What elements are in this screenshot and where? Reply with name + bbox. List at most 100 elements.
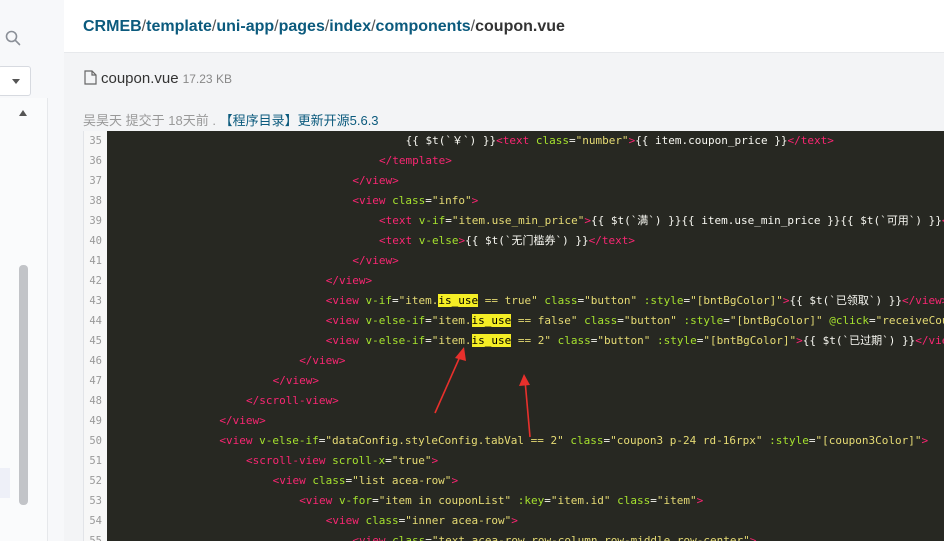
code-token: class — [584, 314, 618, 327]
code-token: "item in couponList" — [378, 494, 512, 507]
code-token: "item. — [398, 294, 439, 307]
code-token: </view> — [352, 174, 399, 187]
code-line: 37 </view> — [84, 171, 944, 191]
commit-message[interactable]: 【程序目录】更新开源5.6.3 — [220, 113, 379, 128]
code-token: v-else — [418, 234, 459, 247]
code-line: 41 </view> — [84, 251, 944, 271]
breadcrumb-link-uni-app[interactable]: uni-app — [216, 18, 274, 35]
code-token: </scroll-view> — [246, 394, 339, 407]
code-token: > — [431, 454, 439, 467]
breadcrumb-link-index[interactable]: index — [329, 18, 371, 35]
search-highlight: is_use — [438, 294, 479, 307]
code-token: = — [445, 214, 452, 227]
line-number: 55 — [89, 535, 102, 541]
code-token: "button" — [597, 334, 651, 347]
code-text: <view v-if="item.is_use == true" class="… — [326, 291, 944, 311]
file-header: coupon.vue 17.23 KB — [84, 70, 232, 88]
code-line: 44 <view v-else-if="item.is_use == false"… — [84, 311, 944, 331]
code-token: <view — [352, 534, 393, 541]
code-token: @click — [829, 314, 869, 327]
code-token: </view> — [915, 334, 944, 347]
code-token: "item" — [656, 494, 697, 507]
code-token: </view> — [272, 374, 319, 387]
file-size: 17.23 KB — [182, 72, 232, 86]
code-token: scroll-x — [332, 454, 386, 467]
code-token: "receiveCoupon(item)" — [875, 314, 944, 327]
file-tree-scrollbar[interactable] — [19, 265, 28, 505]
line-number: 51 — [89, 455, 102, 467]
code-token: > — [749, 534, 757, 541]
code-line: 46 </view> — [84, 351, 944, 371]
code-token: "list acea-row" — [352, 474, 452, 487]
last-commit-info: 吴昊天 提交于 18天前 . 【程序目录】更新开源5.6.3 — [83, 110, 379, 129]
code-token: {{ $t(`无门槛券`) }} — [465, 234, 589, 247]
code-token: "number" — [575, 134, 629, 147]
code-token: {{ $t(`已过期`) }} — [802, 334, 916, 347]
code-token: = — [425, 534, 432, 541]
breadcrumb: CRMEB/template/uni-app/pages/index/compo… — [83, 18, 565, 36]
commit-action: 提交于 — [125, 113, 165, 128]
search-highlight: is_use — [471, 334, 512, 347]
code-text: <view v-else-if = "dataConfig.styleConfig.… — [219, 431, 928, 451]
breadcrumb-current-file: coupon.vue — [475, 18, 565, 35]
code-token: class — [570, 434, 604, 447]
code-token: "item. — [431, 314, 472, 327]
code-token: > — [451, 474, 459, 487]
code-text: </scroll-view> — [246, 391, 339, 411]
code-token: v-else-if — [259, 434, 319, 447]
search-button[interactable] — [0, 14, 36, 60]
line-number: 39 — [89, 215, 102, 227]
code-text: </view> — [352, 171, 398, 191]
code-token: class — [557, 334, 591, 347]
code-token: = — [392, 294, 399, 307]
code-token: <text — [379, 234, 419, 247]
left-sidebar — [0, 0, 65, 541]
code-text: <text v-else>{{ $t(`无门槛券`) }}</text> — [379, 231, 635, 251]
code-token: == true" — [478, 294, 538, 307]
code-token: "item.use_min_price" — [451, 214, 585, 227]
breadcrumb-link-pages[interactable]: pages — [279, 18, 325, 35]
code-token: <view — [352, 194, 393, 207]
scroll-up-arrow-icon[interactable] — [19, 110, 27, 116]
code-token: class — [392, 194, 426, 207]
code-text: <view class="text acea-row row-column ro… — [352, 531, 756, 541]
code-text: <scroll-view scroll-x="true"> — [246, 451, 438, 471]
code-token: > — [471, 194, 479, 207]
breadcrumb-link-template[interactable]: template — [146, 18, 212, 35]
code-line: 51 <scroll-view scroll-x="true"> — [84, 451, 944, 471]
line-number: 43 — [89, 295, 102, 307]
code-token: v-if — [418, 214, 446, 227]
code-token: </view> — [901, 294, 944, 307]
line-number: 38 — [89, 195, 102, 207]
code-token: </text> — [787, 134, 834, 147]
chevron-down-icon — [12, 79, 20, 84]
code-token: class — [312, 474, 346, 487]
code-token: = — [385, 454, 392, 467]
line-number: 46 — [89, 355, 102, 367]
code-token: "[bntBgColor]" — [690, 294, 783, 307]
code-token: = — [425, 194, 432, 207]
file-tree-active-item[interactable] — [0, 468, 10, 498]
line-number: 40 — [89, 235, 102, 247]
line-number: 52 — [89, 475, 102, 487]
code-line: 53 <view v-for="item in couponList" :key=… — [84, 491, 944, 511]
commit-author[interactable]: 吴昊天 — [83, 113, 122, 128]
code-token: <view — [299, 494, 339, 507]
code-token: > — [796, 334, 803, 347]
code-line: 40 <text v-else>{{ $t(`无门槛券`) }}</text> — [84, 231, 944, 251]
code-token: </text> — [588, 234, 635, 247]
code-token: == false" — [511, 314, 578, 327]
commit-time: 18天前 — [168, 113, 209, 128]
line-number: 42 — [89, 275, 102, 287]
code-token: "[coupon3Color]" — [815, 434, 922, 447]
breadcrumb-link-components[interactable]: components — [376, 18, 471, 35]
code-token: "coupon3 p-24 rd-16rpx" — [610, 434, 763, 447]
branch-select[interactable] — [0, 66, 31, 96]
code-line: 42 </view> — [84, 271, 944, 291]
code-line: 48 </scroll-view> — [84, 391, 944, 411]
breadcrumb-link-crmeb[interactable]: CRMEB — [83, 18, 142, 35]
code-text: {{ $t(`￥`) }}<text class="number">{{ ite… — [406, 131, 834, 151]
code-text: </view> — [273, 371, 319, 391]
